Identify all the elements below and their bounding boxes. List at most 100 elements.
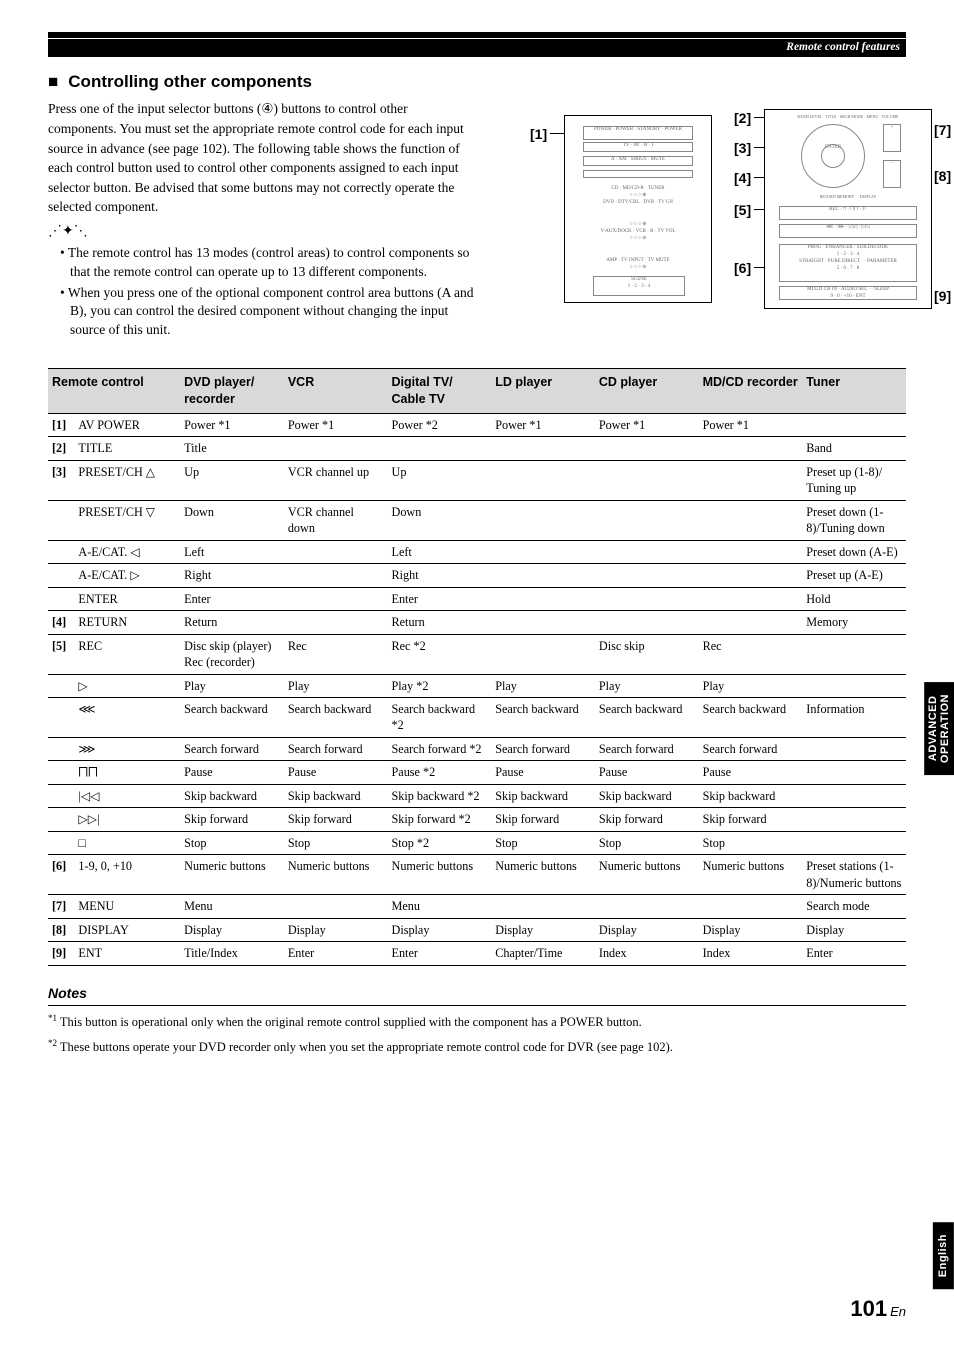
table-cell: Menu <box>388 895 492 918</box>
table-cell <box>802 831 906 854</box>
table-cell: Stop <box>180 831 284 854</box>
table-cell <box>491 611 595 634</box>
table-cell: Play <box>699 674 803 697</box>
table-cell <box>802 413 906 436</box>
table-cell: Display <box>491 918 595 941</box>
table-row: [1]AV POWERPower *1Power *1Power *2Power… <box>48 413 906 436</box>
table-cell: Skip backward <box>595 784 699 807</box>
table-cell: Skip backward <box>699 784 803 807</box>
table-cell <box>802 634 906 674</box>
side-tab-line2: OPERATION <box>939 694 951 763</box>
table-cell: Search backward <box>284 698 388 738</box>
th-vcr: VCR <box>284 369 388 414</box>
table-cell: Search forward <box>595 737 699 760</box>
callout-9: [9] <box>934 287 951 306</box>
table-cell: Numeric buttons <box>595 855 699 895</box>
row-remote-control: TITLE <box>74 437 180 460</box>
table-cell: Menu <box>180 895 284 918</box>
table-cell: Preset stations (1-8)/Numeric buttons <box>802 855 906 895</box>
table-cell: Rec <box>699 634 803 674</box>
table-cell: Skip forward <box>491 808 595 831</box>
table-cell <box>802 808 906 831</box>
section-heading: ■Controlling other components <box>48 71 906 94</box>
breadcrumb: Remote control features <box>48 39 906 57</box>
row-index <box>48 500 74 540</box>
table-cell: Numeric buttons <box>699 855 803 895</box>
table-cell <box>699 500 803 540</box>
table-cell: Play <box>491 674 595 697</box>
table-cell: Stop <box>699 831 803 854</box>
bullet-2: When you press one of the optional compo… <box>60 284 478 341</box>
callout-7: [7] <box>934 121 951 140</box>
table-cell: Index <box>699 942 803 965</box>
intro-paragraph: Press one of the input selector buttons … <box>48 99 478 216</box>
table-cell: Enter <box>388 942 492 965</box>
row-remote-control: PRESET/CH ▽ <box>74 500 180 540</box>
row-index <box>48 540 74 563</box>
table-cell: Disc skip <box>595 634 699 674</box>
table-cell: Stop *2 <box>388 831 492 854</box>
table-cell: Memory <box>802 611 906 634</box>
header-rule <box>48 32 906 38</box>
table-cell: Skip forward <box>284 808 388 831</box>
remote-diagrams: POWER · POWER · STANDBY · POWER TV · AV … <box>502 109 906 329</box>
table-cell: Right <box>388 564 492 587</box>
table-cell: Stop <box>491 831 595 854</box>
table-cell: Return <box>180 611 284 634</box>
table-cell <box>491 634 595 674</box>
table-cell <box>699 587 803 610</box>
table-cell: Search backward <box>491 698 595 738</box>
row-index: [2] <box>48 437 74 460</box>
table-cell <box>284 564 388 587</box>
table-row: ENTEREnterEnterHold <box>48 587 906 610</box>
table-cell: Skip backward <box>180 784 284 807</box>
callout-4: [4] <box>734 169 751 188</box>
note-1: *1 This button is operational only when … <box>48 1012 906 1031</box>
table-row: ⨅⨅PausePausePause *2PausePausePause <box>48 761 906 784</box>
table-row: [8]DISPLAYDisplayDisplayDisplayDisplayDi… <box>48 918 906 941</box>
table-cell <box>802 761 906 784</box>
table-cell: Numeric buttons <box>491 855 595 895</box>
row-index: [6] <box>48 855 74 895</box>
table-cell: Preset up (1-8)/ Tuning up <box>802 460 906 500</box>
table-cell: Up <box>388 460 492 500</box>
table-row: □StopStopStop *2StopStopStop <box>48 831 906 854</box>
page-number: 101En <box>850 1294 906 1324</box>
table-cell: Play <box>284 674 388 697</box>
table-row: ▷PlayPlayPlay *2PlayPlayPlay <box>48 674 906 697</box>
side-tab-advanced-operation: ADVANCED OPERATION <box>924 682 954 775</box>
side-tab-line1: ADVANCED <box>927 696 939 762</box>
row-index: [4] <box>48 611 74 634</box>
table-cell: Left <box>180 540 284 563</box>
table-cell: Right <box>180 564 284 587</box>
table-cell <box>699 437 803 460</box>
th-remote-control: Remote control <box>48 369 180 414</box>
row-remote-control: ⋘ <box>74 698 180 738</box>
row-remote-control: ⨅⨅ <box>74 761 180 784</box>
table-cell: Search backward <box>595 698 699 738</box>
table-cell <box>284 587 388 610</box>
note-1-sup: *1 <box>48 1013 57 1023</box>
row-remote-control: REC <box>74 634 180 674</box>
table-cell: Preset down (1-8)/Tuning down <box>802 500 906 540</box>
table-row: A-E/CAT. ◁LeftLeftPreset down (A-E) <box>48 540 906 563</box>
row-remote-control: MENU <box>74 895 180 918</box>
table-cell: Display <box>180 918 284 941</box>
table-row: ▷▷|Skip forwardSkip forwardSkip forward … <box>48 808 906 831</box>
table-cell: Power *1 <box>284 413 388 436</box>
table-cell: VCR channel down <box>284 500 388 540</box>
table-cell <box>595 540 699 563</box>
th-tuner: Tuner <box>802 369 906 414</box>
table-cell: Left <box>388 540 492 563</box>
table-row: [4]RETURNReturnReturnMemory <box>48 611 906 634</box>
table-cell: Power *1 <box>180 413 284 436</box>
table-cell: Information <box>802 698 906 738</box>
table-cell <box>595 460 699 500</box>
row-remote-control: ▷ <box>74 674 180 697</box>
table-cell: Power *2 <box>388 413 492 436</box>
table-cell <box>284 540 388 563</box>
table-cell <box>284 895 388 918</box>
row-index <box>48 674 74 697</box>
table-cell: Up <box>180 460 284 500</box>
table-cell <box>802 784 906 807</box>
